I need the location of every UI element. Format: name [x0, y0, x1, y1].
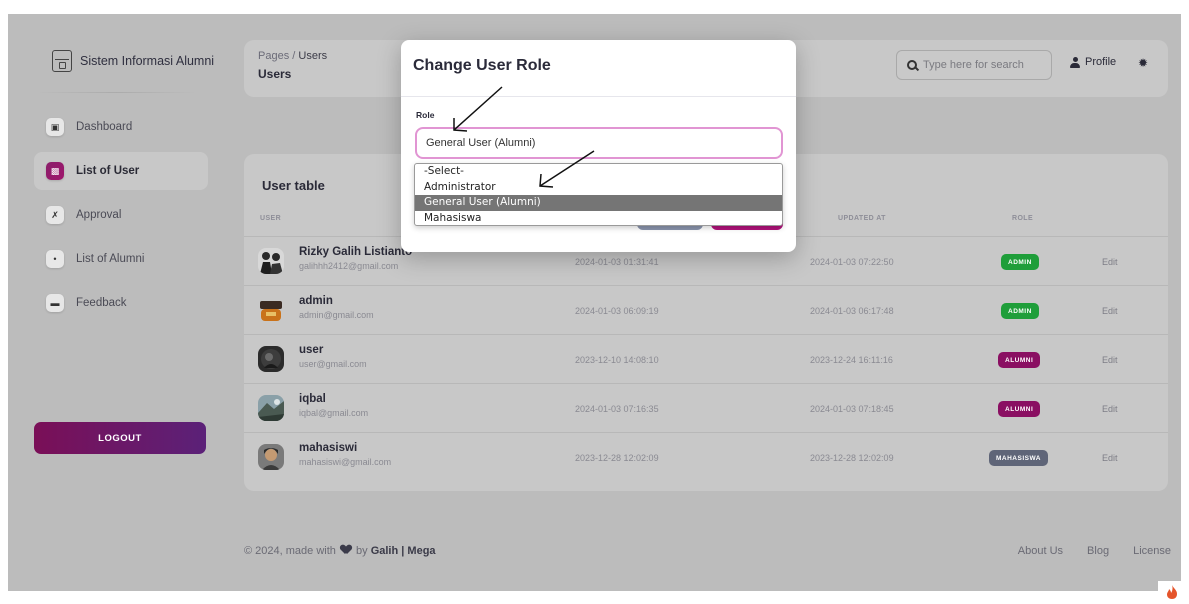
footer-links: About Us Blog License	[1018, 545, 1171, 557]
user-name: user	[299, 344, 324, 356]
app-screen: Sistem Informasi Alumni ▣ Dashboard ▩ Li…	[8, 14, 1181, 591]
updated-at: 2023-12-28 12:02:09	[810, 453, 894, 463]
edit-link[interactable]: Edit	[1102, 306, 1118, 316]
brand-logo-icon	[52, 50, 72, 72]
table-row: user user@gmail.com 2023-12-10 14:08:10 …	[244, 334, 1168, 383]
user-name: admin	[299, 295, 333, 307]
avatar	[258, 395, 284, 421]
footer-link-about-us[interactable]: About Us	[1018, 545, 1063, 557]
brand-name: Sistem Informasi Alumni	[80, 54, 215, 68]
table-row: admin admin@gmail.com 2024-01-03 06:09:1…	[244, 285, 1168, 334]
footer-separator: |	[401, 545, 405, 557]
created-at: 2023-12-28 12:02:09	[575, 453, 659, 463]
user-name: iqbal	[299, 393, 326, 405]
avatar	[258, 248, 284, 274]
footer-credit: © 2024, made with by Galih | Mega	[244, 545, 436, 557]
created-at: 2023-12-10 14:08:10	[575, 355, 659, 365]
breadcrumb: Pages / Users	[258, 50, 327, 62]
search-input[interactable]: Type here for search	[896, 50, 1052, 80]
profile-label: Profile	[1085, 56, 1117, 68]
modal-title: Change User Role	[413, 57, 551, 74]
heart-icon	[341, 545, 351, 554]
search-placeholder: Type here for search	[923, 59, 1024, 71]
logout-button[interactable]: LOGOUT	[34, 422, 206, 454]
edit-link[interactable]: Edit	[1102, 355, 1118, 365]
avatar	[258, 346, 284, 372]
sidebar-item-label: Approval	[76, 209, 122, 221]
footer-author-1[interactable]: Galih	[371, 545, 399, 557]
edit-link[interactable]: Edit	[1102, 257, 1118, 267]
table-title: User table	[262, 178, 325, 193]
users-icon: •	[46, 250, 64, 268]
tools-icon: ✗	[46, 206, 64, 224]
role-badge: MAHASISWA	[989, 450, 1048, 466]
user-email: iqbal@gmail.com	[299, 408, 369, 418]
breadcrumb-separator: /	[292, 50, 296, 62]
sidebar-item-list-of-user[interactable]: ▩ List of User	[34, 152, 208, 190]
sidebar-item-dashboard[interactable]: ▣ Dashboard	[34, 108, 208, 146]
column-header-user: USER	[260, 215, 282, 222]
created-at: 2024-01-03 06:09:19	[575, 306, 659, 316]
search-icon	[907, 60, 917, 70]
created-at: 2024-01-03 01:31:41	[575, 257, 659, 267]
column-header-updated-at: UPDATED AT	[838, 215, 886, 222]
user-icon	[1070, 56, 1080, 68]
shop-icon: ▣	[46, 118, 64, 136]
role-option-administrator[interactable]: Administrator	[415, 180, 782, 196]
sidebar-item-approval[interactable]: ✗ Approval	[34, 196, 208, 234]
role-option-general-user[interactable]: General User (Alumni)	[415, 195, 782, 211]
role-select[interactable]: General User (Alumni)	[415, 127, 783, 159]
column-header-role: ROLE	[1012, 215, 1034, 222]
user-email: galihhh2412@gmail.com	[299, 261, 399, 271]
role-option-mahasiswa[interactable]: Mahasiswa	[415, 211, 782, 226]
role-label: Role	[416, 110, 435, 120]
sidebar-divider	[36, 92, 196, 93]
role-option-select[interactable]: -Select-	[415, 164, 782, 180]
flame-logo-icon	[1158, 581, 1186, 603]
sidebar-item-label: List of Alumni	[76, 253, 145, 265]
user-name: mahasiswi	[299, 442, 358, 454]
user-name: Rizky Galih Listianto	[299, 246, 413, 258]
sidebar-item-label: Feedback	[76, 297, 127, 309]
updated-at: 2024-01-03 07:18:45	[810, 404, 894, 414]
sidebar-item-feedback[interactable]: ▬ Feedback	[34, 284, 208, 322]
footer-prefix: © 2024, made with	[244, 545, 336, 557]
gear-icon[interactable]: ✹	[1138, 56, 1148, 70]
breadcrumb-current: Users	[298, 50, 328, 62]
role-badge: ADMIN	[1001, 303, 1039, 319]
footer-by: by	[356, 545, 368, 557]
breadcrumb-root[interactable]: Pages	[258, 50, 289, 62]
sidebar-item-label: Dashboard	[76, 121, 133, 133]
role-badge: ALUMNI	[998, 352, 1041, 368]
edit-link[interactable]: Edit	[1102, 453, 1118, 463]
user-email: admin@gmail.com	[299, 310, 374, 320]
chart-icon: ▩	[46, 162, 64, 180]
card-icon: ▬	[46, 294, 64, 312]
sidebar-item-label: List of User	[76, 165, 140, 177]
updated-at: 2024-01-03 06:17:48	[810, 306, 894, 316]
page-title: Users	[258, 67, 292, 81]
footer-author-2[interactable]: Mega	[407, 545, 435, 557]
edit-link[interactable]: Edit	[1102, 404, 1118, 414]
table-row: iqbal iqbal@gmail.com 2024-01-03 07:16:3…	[244, 383, 1168, 432]
brand[interactable]: Sistem Informasi Alumni	[52, 50, 214, 72]
updated-at: 2024-01-03 07:22:50	[810, 257, 894, 267]
user-email: mahasiswi@gmail.com	[299, 457, 392, 467]
sidebar: Sistem Informasi Alumni ▣ Dashboard ▩ Li…	[8, 14, 218, 591]
footer-link-blog[interactable]: Blog	[1087, 545, 1109, 557]
avatar	[258, 444, 284, 470]
avatar	[258, 297, 284, 323]
role-options-list: -Select- Administrator General User (Alu…	[414, 163, 783, 226]
created-at: 2024-01-03 07:16:35	[575, 404, 659, 414]
profile-link[interactable]: Profile	[1070, 56, 1116, 68]
browser-top-strip	[0, 0, 1189, 14]
updated-at: 2023-12-24 16:11:16	[810, 355, 893, 365]
role-badge: ALUMNI	[998, 401, 1041, 417]
user-email: user@gmail.com	[299, 359, 367, 369]
table-row: mahasiswi mahasiswi@gmail.com 2023-12-28…	[244, 432, 1168, 481]
sidebar-item-list-of-alumni[interactable]: • List of Alumni	[34, 240, 208, 278]
role-badge: ADMIN	[1001, 254, 1039, 270]
footer-link-license[interactable]: License	[1133, 545, 1171, 557]
modal-divider	[401, 96, 796, 97]
